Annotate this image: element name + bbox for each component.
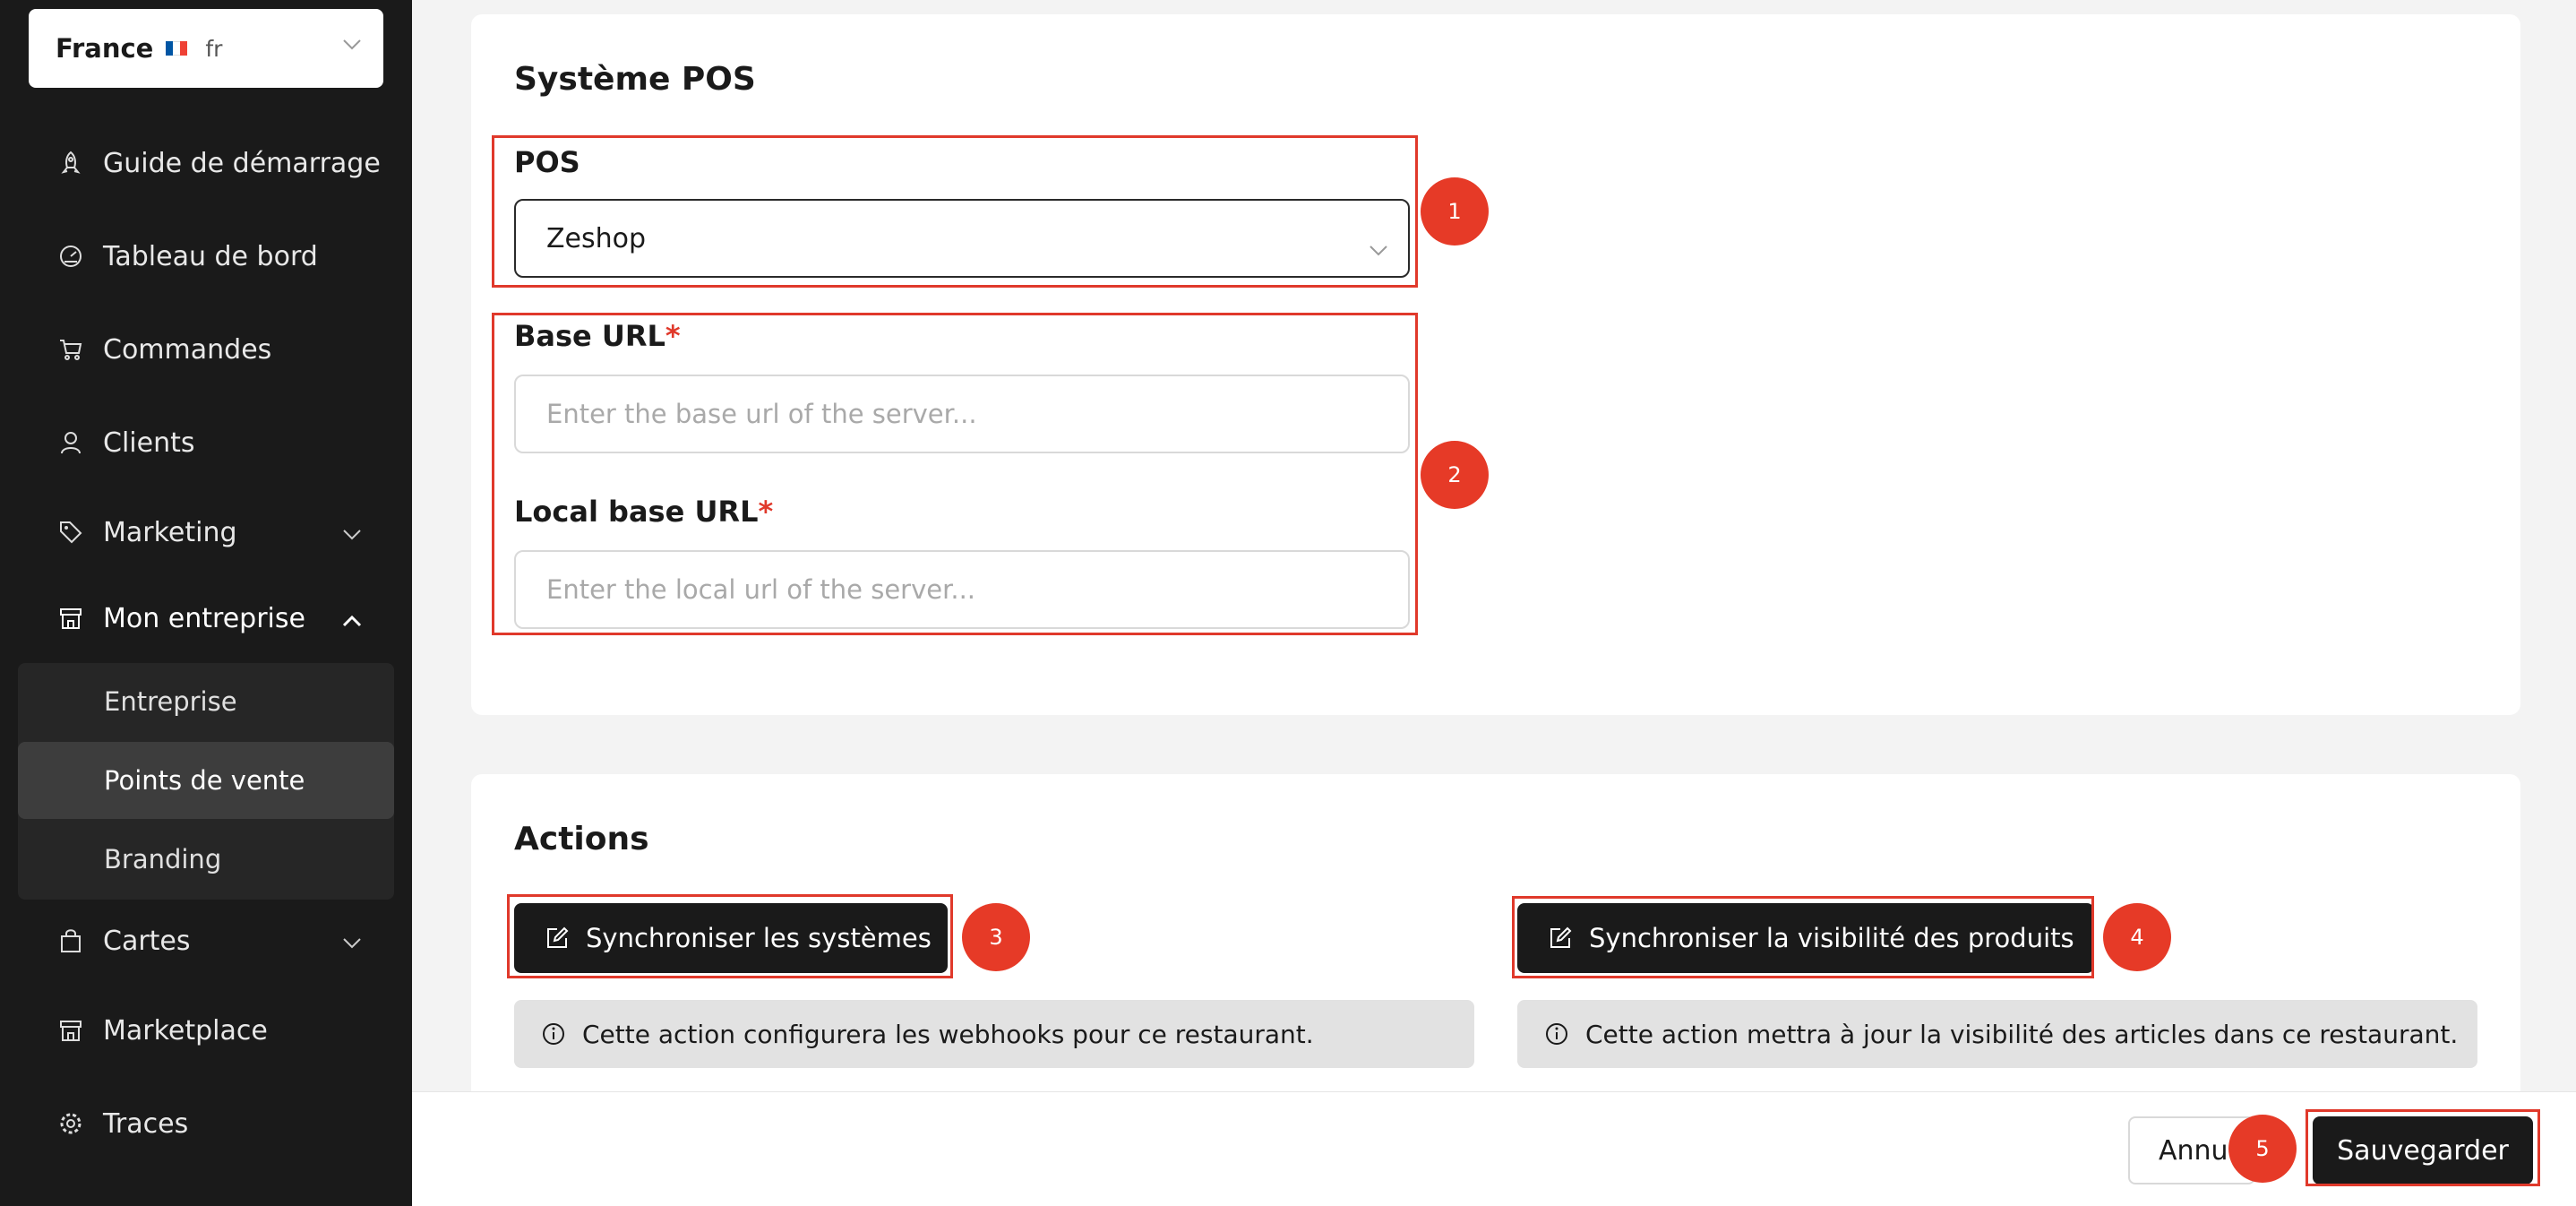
sidebar-item-marketing[interactable]: Marketing [0, 496, 412, 568]
gear-icon [57, 1110, 84, 1137]
sidebar-item-label: Cartes [103, 925, 191, 957]
chevron-down-icon [342, 517, 362, 548]
submenu-item-label: Points de vente [104, 765, 305, 796]
info-icon [541, 1021, 566, 1047]
submenu-item-branding[interactable]: Branding [18, 821, 394, 898]
sidebar-item-label: Traces [103, 1107, 189, 1140]
country-language: fr [205, 35, 223, 62]
sidebar-item-guide[interactable]: Guide de démarrage [0, 127, 412, 199]
actions-card-title: Actions [514, 821, 649, 857]
sidebar-item-cards[interactable]: Cartes [0, 905, 412, 977]
cancel-label: Annu [2159, 1134, 2228, 1167]
chevron-up-icon [342, 603, 362, 634]
submenu-item-points-de-vente[interactable]: Points de vente [18, 742, 394, 819]
rocket-icon [57, 150, 84, 177]
submenu-item-entreprise[interactable]: Entreprise [18, 663, 394, 740]
chevron-down-icon [342, 926, 362, 957]
sidebar-item-orders[interactable]: Commandes [0, 314, 412, 385]
sidebar-item-label: Clients [103, 426, 195, 459]
sidebar-item-label: Marketplace [103, 1014, 268, 1047]
sync-systems-info-text: Cette action configurera les webhooks po… [582, 1019, 1314, 1049]
sync-systems-info: Cette action configurera les webhooks po… [514, 1000, 1474, 1068]
chevron-down-icon [342, 38, 362, 55]
highlight-box-2 [492, 313, 1418, 635]
sync-visibility-info-text: Cette action mettra à jour la visibilité… [1585, 1019, 2459, 1049]
tag-icon [57, 519, 84, 546]
country-selector[interactable]: France fr [29, 9, 383, 88]
cart-icon [57, 336, 84, 363]
sidebar-item-label: Commandes [103, 333, 272, 366]
annotation-badge-2: 2 [1421, 441, 1489, 509]
annotation-badge-3: 3 [962, 903, 1030, 971]
sidebar: France fr Guide de démarrage Tableau de … [0, 0, 412, 1206]
sidebar-item-label: Tableau de bord [103, 240, 318, 272]
pos-card-title: Système POS [514, 61, 756, 98]
sidebar-item-traces[interactable]: Traces [0, 1088, 412, 1159]
submenu-item-label: Branding [104, 844, 222, 874]
country-name: France [56, 33, 154, 64]
sync-visibility-info: Cette action mettra à jour la visibilité… [1517, 1000, 2477, 1068]
sidebar-item-label: Guide de démarrage [103, 147, 381, 179]
sidebar-item-label: Marketing [103, 516, 237, 548]
highlight-box-1 [492, 135, 1418, 288]
sidebar-item-label: Mon entreprise [103, 602, 305, 634]
store-icon [57, 605, 84, 632]
submenu-item-label: Entreprise [104, 686, 237, 717]
annotation-badge-5: 5 [2228, 1115, 2297, 1183]
sidebar-item-dashboard[interactable]: Tableau de bord [0, 220, 412, 292]
my-company-submenu: Entreprise Points de vente Branding [18, 663, 394, 900]
bag-icon [57, 927, 84, 954]
info-icon [1544, 1021, 1569, 1047]
france-flag-icon [166, 41, 188, 56]
highlight-box-3 [507, 894, 953, 978]
highlight-box-5 [2306, 1109, 2540, 1186]
sidebar-item-my-company[interactable]: Mon entreprise [0, 582, 412, 654]
user-icon [57, 429, 84, 456]
store-icon [57, 1017, 84, 1044]
annotation-badge-4: 4 [2103, 903, 2171, 971]
highlight-box-4 [1512, 896, 2094, 978]
sidebar-item-marketplace[interactable]: Marketplace [0, 995, 412, 1066]
sidebar-item-clients[interactable]: Clients [0, 407, 412, 478]
dashboard-gauge-icon [57, 243, 84, 270]
annotation-badge-1: 1 [1421, 177, 1489, 246]
